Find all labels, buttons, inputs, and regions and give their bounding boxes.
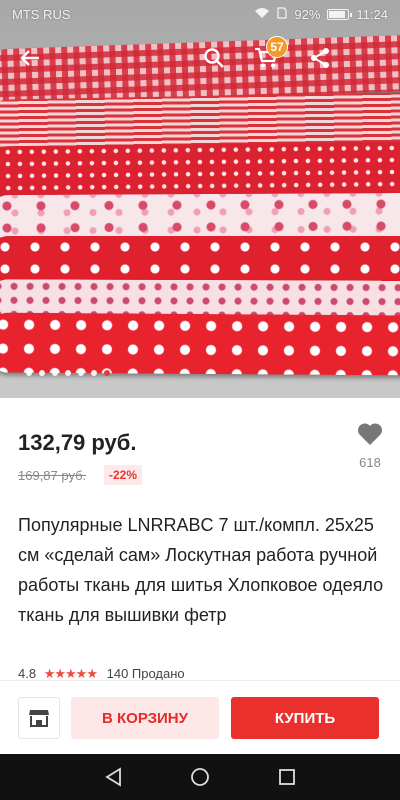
wishlist-button[interactable]: 618 [352,422,388,470]
gallery-pagination[interactable] [26,370,110,376]
nav-back-button[interactable] [99,763,127,791]
rating-value: 4.8 [18,666,37,680]
battery-percent: 92% [294,6,321,22]
fabric-stripes [0,92,400,150]
status-indicators: 92% 11:24 [254,7,388,22]
nav-recents-button[interactable] [273,763,301,791]
fabric-floral [0,192,400,240]
gallery-dot[interactable] [39,370,45,376]
gallery-dot[interactable] [26,370,32,376]
search-icon [204,48,224,68]
circle-home-icon [191,768,209,786]
search-button[interactable] [198,42,230,74]
gallery-dot[interactable] [78,370,84,376]
nav-home-button[interactable] [186,763,214,791]
old-price: 169,87 руб. [18,468,87,483]
gallery-dot[interactable] [104,370,110,376]
wifi-icon [254,7,270,22]
share-button[interactable] [304,42,336,74]
product-image-gallery[interactable]: 57 [0,0,400,398]
product-title: Популярные LNRRABC 7 шт./компл. 25x25 см… [18,515,384,625]
orders-count: 140 Продано [106,666,185,680]
gallery-dot[interactable] [65,370,71,376]
fabric-small-dots [0,141,400,199]
gallery-dot[interactable] [52,370,58,376]
fabric-stars [0,236,400,282]
heart-icon [357,423,383,445]
carrier-label: MTS RUS [12,6,71,22]
action-bar: В КОРЗИНУ КУПИТЬ [0,680,400,754]
sim-icon [277,6,288,22]
store-icon [29,710,49,727]
gallery-dot[interactable] [91,370,97,376]
battery-icon [327,8,353,20]
rating-row[interactable]: 4.8 ★★★★★ 140 Продано [18,666,185,680]
store-button[interactable] [18,697,60,739]
discount-badge: -22% [104,465,143,485]
square-recents-icon [278,769,295,785]
clock: 11:24 [356,6,388,22]
share-icon [311,48,329,68]
add-to-cart-button[interactable]: В КОРЗИНУ [71,697,219,739]
system-navigation-bar [0,754,400,800]
status-bar: MTS RUS 92% 11:24 [0,0,400,28]
fabric-polka-dots [0,312,400,376]
back-button[interactable] [14,42,46,74]
cart-count-badge: 57 [266,36,288,58]
buy-now-button[interactable]: КУПИТЬ [231,697,379,739]
wishlist-count: 618 [359,455,381,470]
product-info: 132,79 руб. 169,87 руб. -22% 618 Популяр… [0,398,400,680]
back-arrow-icon [20,50,39,66]
triangle-back-icon [105,767,122,787]
rating-stars: ★★★★★ [43,666,98,680]
current-price: 132,79 руб. [18,430,137,455]
cart-button[interactable]: 57 [250,36,288,74]
